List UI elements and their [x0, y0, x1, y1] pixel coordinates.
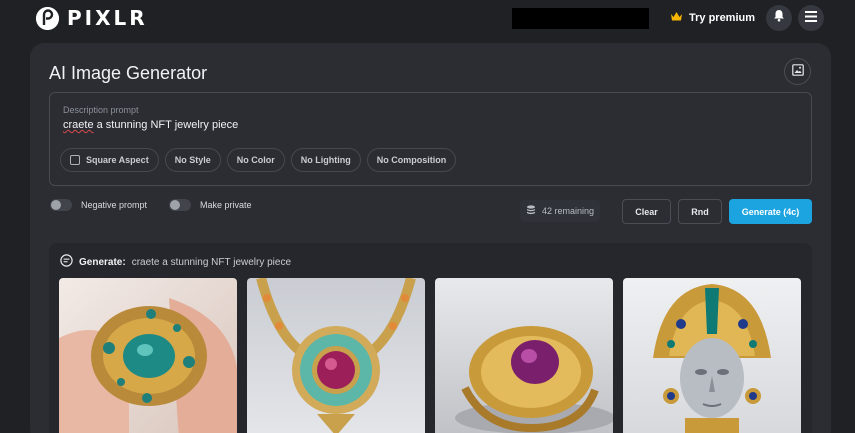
chip-label: Square Aspect [86, 155, 149, 165]
negative-prompt-toggle[interactable] [50, 199, 72, 211]
negative-prompt-row: Negative prompt [50, 199, 147, 211]
prompt-input[interactable]: craete a stunning NFT jewelry piece [63, 119, 238, 131]
square-aspect-chip[interactable]: Square Aspect [60, 148, 159, 172]
square-aspect-checkbox[interactable] [70, 155, 80, 165]
menu-icon [805, 9, 817, 27]
description-prompt-field[interactable]: Description prompt craete a stunning NFT… [49, 92, 812, 186]
generate-icon [60, 254, 73, 270]
chip-label: No Style [174, 155, 211, 165]
clear-button[interactable]: Clear [622, 199, 671, 224]
pixlr-logo[interactable]: PIXLR [36, 6, 148, 30]
composition-chip[interactable]: No Composition [366, 148, 457, 172]
style-chip[interactable]: No Style [164, 148, 221, 172]
generate-button[interactable]: Generate (4c) [729, 199, 812, 224]
top-bar: PIXLR Try premium [0, 0, 855, 36]
make-private-label: Make private [200, 200, 252, 210]
prompt-options: Square Aspect No Style No Color No Light… [60, 148, 457, 172]
generated-image-mask[interactable] [623, 278, 801, 433]
notifications-button[interactable] [766, 5, 792, 31]
color-chip[interactable]: No Color [226, 148, 285, 172]
generate-summary-prompt: craete a stunning NFT jewelry piece [131, 256, 292, 268]
chip-label: No Color [236, 155, 275, 165]
generated-image-necklace[interactable] [247, 278, 425, 433]
pixlr-logo-icon [36, 6, 59, 30]
prompt-misspelled-word: craete [63, 119, 94, 131]
try-premium-button[interactable]: Try premium [670, 9, 755, 27]
make-private-row: Make private [169, 199, 252, 211]
try-premium-label: Try premium [689, 12, 756, 24]
generator-panel: AI Image Generator Description prompt cr… [30, 43, 831, 433]
brand-name: PIXLR [67, 6, 148, 30]
page-title: AI Image Generator [49, 63, 208, 83]
credits-icon [526, 205, 536, 217]
redacted-area [512, 8, 649, 29]
generate-summary: Generate: craete a stunning NFT jewelry … [60, 254, 291, 270]
credits-remaining-text: 42 remaining [542, 206, 595, 216]
chip-label: No Composition [376, 155, 447, 165]
generate-summary-label: Generate: [79, 256, 126, 268]
generated-image-ring-gold[interactable] [435, 278, 613, 433]
random-button[interactable]: Rnd [678, 199, 722, 224]
image-reference-button[interactable] [784, 58, 811, 85]
make-private-toggle[interactable] [169, 199, 191, 211]
crown-icon [670, 9, 683, 27]
image-icon [791, 63, 804, 81]
menu-button[interactable] [798, 5, 824, 31]
chip-label: No Lighting [300, 155, 351, 165]
credits-remaining: 42 remaining [520, 200, 601, 222]
prompt-label: Description prompt [63, 105, 139, 115]
lighting-chip[interactable]: No Lighting [290, 148, 361, 172]
negative-prompt-label: Negative prompt [81, 200, 148, 210]
results-section: Generate: craete a stunning NFT jewelry … [49, 243, 812, 433]
bell-icon [773, 9, 785, 27]
generated-image-ring-hand[interactable] [59, 278, 237, 433]
prompt-text: a stunning NFT jewelry piece [93, 119, 239, 131]
